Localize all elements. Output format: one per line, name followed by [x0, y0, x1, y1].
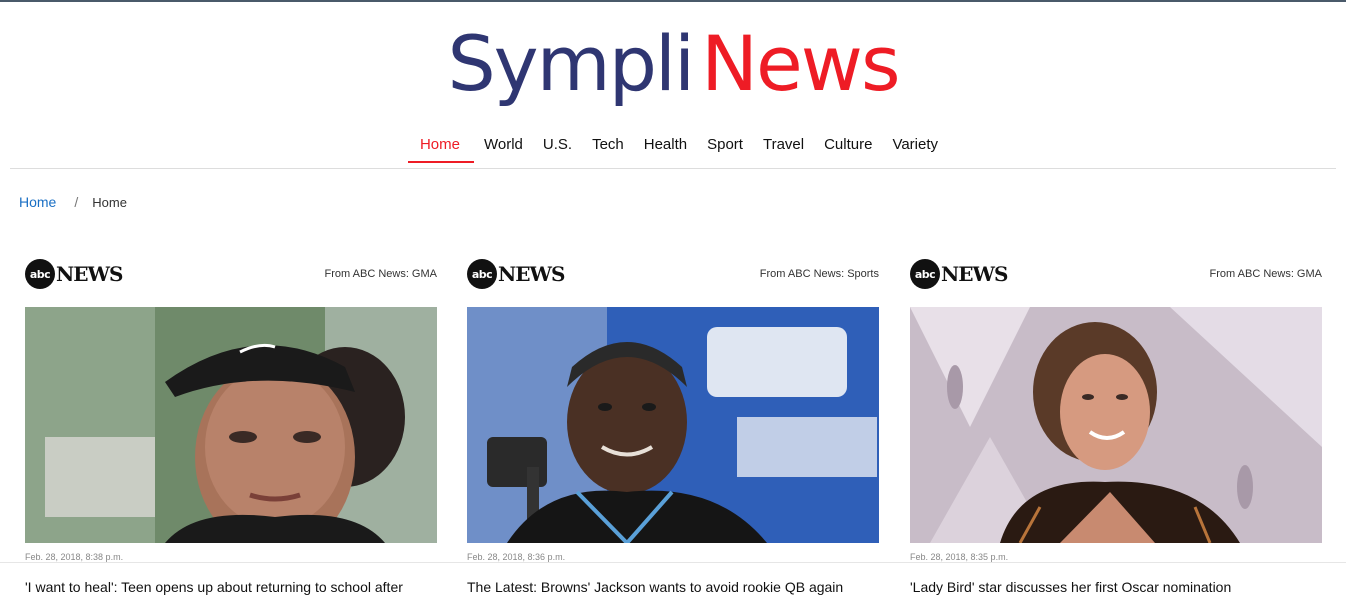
breadcrumb: Home / Home: [19, 194, 127, 210]
card-date: Feb. 28, 2018, 8:35 p.m.: [910, 552, 1009, 562]
nav-item-home[interactable]: Home: [407, 128, 474, 165]
content-divider: [0, 562, 1346, 563]
article-photo[interactable]: [910, 307, 1322, 543]
card-date: Feb. 28, 2018, 8:38 p.m.: [25, 552, 124, 562]
abc-circle-icon: abc: [25, 259, 55, 289]
nav-item-culture[interactable]: Culture: [814, 128, 882, 165]
news-card: abc NEWS From ABC News: GMA Feb. 28, 201…: [910, 254, 1322, 595]
nav-divider: [10, 168, 1336, 169]
article-photo[interactable]: [467, 307, 879, 543]
abc-news-logo: abc NEWS: [467, 259, 565, 289]
nav-item-us[interactable]: U.S.: [533, 128, 582, 165]
card-header: abc NEWS From ABC News: Sports: [467, 254, 879, 294]
nav-item-world[interactable]: World: [474, 128, 533, 165]
article-photo[interactable]: [25, 307, 437, 543]
logo-part-sympli: Sympli: [447, 19, 695, 108]
card-header: abc NEWS From ABC News: GMA: [25, 254, 437, 294]
abc-news-logo: abc NEWS: [25, 259, 123, 289]
breadcrumb-separator: /: [74, 194, 79, 210]
abc-circle-icon: abc: [467, 259, 497, 289]
main-nav: Home World U.S. Tech Health Sport Travel…: [0, 128, 1346, 165]
site-logo[interactable]: Sympli News: [0, 24, 1346, 104]
card-date: Feb. 28, 2018, 8:36 p.m.: [467, 552, 566, 562]
breadcrumb-home-link[interactable]: Home: [19, 194, 56, 210]
card-source: From ABC News: GMA: [1209, 268, 1322, 280]
abc-news-wordmark: NEWS: [498, 262, 565, 286]
news-card: abc NEWS From ABC News: GMA Feb. 28, 201…: [25, 254, 437, 595]
breadcrumb-current: Home: [92, 194, 127, 210]
nav-item-sport[interactable]: Sport: [697, 128, 753, 165]
card-headline[interactable]: 'Lady Bird' star discusses her first Osc…: [910, 579, 1322, 595]
card-source: From ABC News: GMA: [324, 268, 437, 280]
card-headline[interactable]: 'I want to heal': Teen opens up about re…: [25, 579, 437, 595]
news-card: abc NEWS From ABC News: Sports Feb. 28, …: [467, 254, 879, 595]
nav-item-travel[interactable]: Travel: [753, 128, 814, 165]
card-source: From ABC News: Sports: [759, 268, 879, 280]
nav-item-health[interactable]: Health: [634, 128, 697, 165]
nav-item-variety[interactable]: Variety: [882, 128, 948, 165]
abc-news-logo: abc NEWS: [910, 259, 1008, 289]
abc-news-wordmark: NEWS: [56, 262, 123, 286]
abc-news-wordmark: NEWS: [941, 262, 1008, 286]
abc-circle-icon: abc: [910, 259, 940, 289]
card-header: abc NEWS From ABC News: GMA: [910, 254, 1322, 294]
nav-item-tech[interactable]: Tech: [582, 128, 634, 165]
logo-part-news: News: [701, 19, 900, 108]
card-headline[interactable]: The Latest: Browns' Jackson wants to avo…: [467, 579, 879, 595]
